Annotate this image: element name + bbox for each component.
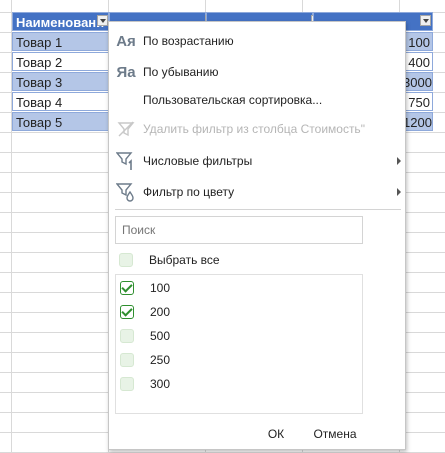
list-item-label: 500 [150, 329, 171, 343]
sort-ascending-icon: Ая [116, 32, 136, 50]
autofilter-menu: Ая По возрастанию Яа По убыванию Пользов… [108, 21, 406, 450]
list-item-label: 250 [150, 353, 171, 367]
sort-ascending-item[interactable]: Ая По возрастанию [109, 27, 405, 55]
sort-descending-icon: Яа [116, 63, 136, 81]
cancel-button[interactable]: Отмена [307, 422, 363, 446]
select-all-label: Выбрать все [149, 253, 220, 267]
checkbox-checked[interactable] [120, 305, 134, 319]
checkbox-checked[interactable] [120, 281, 134, 295]
table-row-name[interactable]: Товар 5 [12, 112, 109, 131]
filter-dropdown-button[interactable] [420, 15, 431, 26]
submenu-arrow-icon [397, 157, 401, 165]
cell-text: Товар 4 [16, 95, 63, 110]
list-item[interactable]: 500 [120, 326, 170, 346]
list-item[interactable]: 200 [120, 302, 170, 322]
menu-divider [115, 209, 401, 210]
clear-filter-icon [115, 118, 137, 140]
list-item-label: 300 [150, 377, 171, 391]
cell-text: Товар 5 [16, 115, 63, 130]
table-row-name[interactable]: Товар 2 [12, 52, 109, 71]
header-cell-name[interactable]: Наименовани [12, 12, 109, 31]
select-all-checkbox[interactable]: Выбрать все [119, 250, 220, 270]
table-row-name[interactable]: Товар 4 [12, 92, 109, 111]
cell-text: Товар 1 [16, 35, 63, 50]
search-input[interactable] [115, 216, 363, 244]
color-filter-icon [115, 181, 137, 203]
custom-sort-item[interactable]: Пользовательская сортировка... [109, 86, 405, 114]
cell-text: 400 [408, 55, 430, 70]
header-name-label: Наименовани [16, 15, 105, 30]
list-item-label: 200 [150, 305, 171, 319]
ok-button[interactable]: ОК [261, 422, 291, 446]
list-item[interactable]: 250 [120, 350, 170, 370]
values-list[interactable]: 100 200 500 250 300 [115, 274, 363, 414]
checkbox-unchecked[interactable] [120, 329, 134, 343]
clear-filter-item: Удалить фильтр из столбца Стоимость" [109, 115, 405, 143]
list-item[interactable]: 300 [120, 374, 170, 394]
checkbox-unchecked[interactable] [120, 353, 134, 367]
cell-text: Товар 2 [16, 55, 63, 70]
number-filter-icon [115, 150, 137, 172]
number-filters-item[interactable]: Числовые фильтры [109, 147, 405, 175]
number-filters-label: Числовые фильтры [143, 154, 253, 168]
cell-text: 100 [408, 35, 430, 50]
list-item[interactable]: 100 [120, 278, 170, 298]
cell-text: 750 [408, 95, 430, 110]
color-filter-item[interactable]: Фильтр по цвету [109, 178, 405, 206]
cell-text: 1200 [403, 115, 432, 130]
custom-sort-label: Пользовательская сортировка... [143, 93, 323, 107]
table-row-name[interactable]: Товар 3 [12, 72, 109, 91]
checkbox-unchecked[interactable] [119, 253, 133, 267]
cell-text: 3000 [403, 75, 432, 90]
sort-descending-item[interactable]: Яа По убыванию [109, 58, 405, 86]
filter-dropdown-button[interactable] [97, 15, 108, 26]
cell-text: Товар 3 [16, 75, 63, 90]
color-filter-label: Фильтр по цвету [143, 185, 235, 199]
sort-ascending-label: По возрастанию [143, 34, 234, 48]
list-item-label: 100 [150, 281, 171, 295]
sort-descending-label: По убыванию [143, 65, 219, 79]
checkbox-unchecked[interactable] [120, 377, 134, 391]
clear-filter-label: Удалить фильтр из столбца Стоимость" [143, 122, 365, 136]
submenu-arrow-icon [397, 188, 401, 196]
table-row-name[interactable]: Товар 1 [12, 32, 109, 51]
